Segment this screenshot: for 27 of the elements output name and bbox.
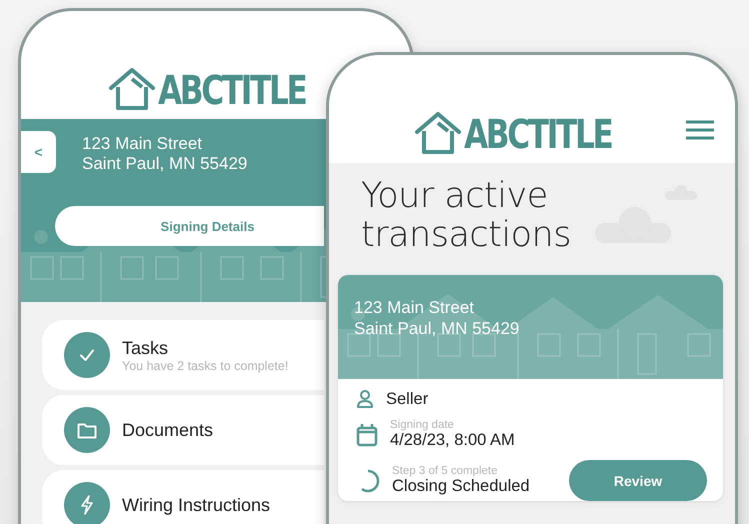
page-heading: Your active transactions [361, 177, 572, 255]
menu-card[interactable]: Wiring Instructions [42, 470, 324, 524]
folder-icon [77, 422, 97, 438]
status-text: Closing Scheduled [392, 477, 530, 496]
logo-text: ABCTITLE [158, 71, 306, 111]
address-line: 123 Main Street [354, 297, 476, 318]
menu-title: Wiring Instructions [122, 494, 270, 516]
signing-date-label: Signing date [390, 419, 455, 431]
menu-card[interactable]: Documents [42, 395, 324, 465]
menu-icon[interactable] [685, 119, 715, 141]
signing-date: 4/28/23, 8:00 AM [390, 431, 515, 450]
role-text: Seller [386, 390, 428, 408]
house-logo-icon [108, 67, 156, 111]
transaction-card[interactable]: 123 Main Street Saint Paul, MN 55429 Seller Signing date 4/28/23, 8:00 AM Step 3 of 5 complete Closing Scheduled Review [338, 275, 723, 501]
menu-title: Tasks [122, 338, 170, 358]
calendar-icon [356, 422, 378, 446]
menu-subtitle: You have 2 tasks to complete! [122, 358, 288, 372]
progress-label: Step 3 of 5 complete [392, 465, 498, 477]
menu-title: Documents [122, 420, 214, 440]
address-line: 123 Main Street [82, 134, 204, 154]
address-line: Saint Paul, MN 55429 [354, 318, 520, 339]
address-line: Saint Paul, MN 55429 [82, 154, 248, 174]
logo-text: ABCTITLE [464, 115, 612, 155]
house-logo-icon [414, 111, 462, 155]
lightning-bolt-icon [80, 495, 94, 515]
person-icon [356, 389, 374, 409]
menu-card[interactable]: Tasks You have 2 tasks to complete! [42, 320, 324, 390]
